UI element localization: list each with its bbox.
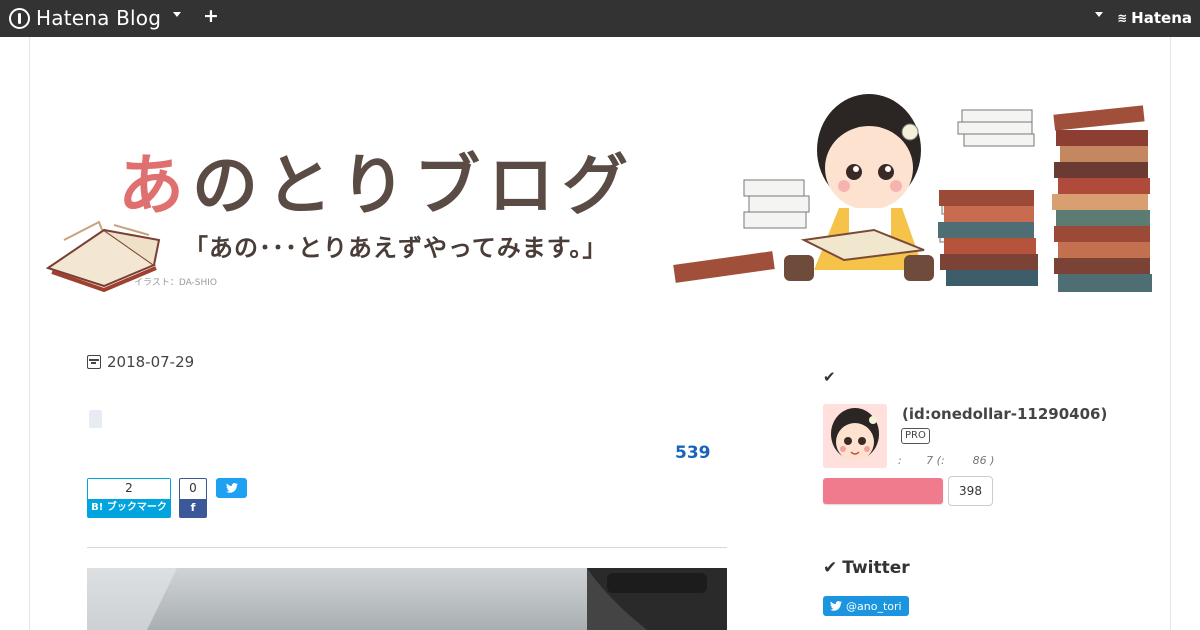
twitter-module-heading: ✔ Twitter [823, 558, 910, 578]
check-icon: ✔ [823, 558, 838, 578]
hatena-topbar: Hatena Blog + ≋ Hatena [0, 0, 1200, 37]
blog-menu-chevron-down-icon[interactable] [173, 12, 181, 17]
facebook-icon: f [180, 499, 206, 517]
follower-count[interactable]: 398 [948, 476, 993, 506]
post-date-text: 2018-07-29 [107, 353, 195, 371]
blog-header-banner[interactable]: あのとりブログ 「あの･･･とりあえずやってみます。」 イラスト：DA-SHIO [44, 90, 1158, 292]
profile-id[interactable]: (id:onedollar-11290406) [902, 405, 1107, 423]
blog-title: あのとりブログ [118, 132, 636, 228]
girl-character-illustration [784, 94, 934, 281]
hatena-logo-icon [9, 7, 30, 29]
twitter-bird-icon [830, 601, 842, 611]
new-post-button[interactable]: + [203, 5, 219, 27]
blog-subtitle: 「あの･･･とりあえずやってみます。」 [184, 234, 608, 262]
blog-title-rest: のとりブログ [192, 147, 636, 224]
hatena-bookmark-button[interactable]: 2 B! ブックマーク [87, 478, 171, 518]
hatena-mark-icon: ≋ [1117, 11, 1128, 25]
hatena-bookmark-label: B! ブックマーク [88, 499, 170, 517]
profile-heading-check-icon: ✔ [823, 368, 836, 386]
article-eyecatch-image[interactable] [87, 568, 727, 630]
facebook-share-count: 0 [189, 481, 197, 495]
profile-stats: : 7 (: 86 ) [898, 454, 995, 467]
hatena-blog-logo[interactable]: Hatena Blog [9, 6, 162, 30]
post-date[interactable]: 2018-07-29 [87, 353, 194, 371]
avatar[interactable] [823, 404, 887, 468]
blog-title-first-char: あ [118, 147, 192, 224]
logo-text: Hatena Blog [36, 6, 162, 30]
facebook-share-button[interactable]: 0 f [179, 478, 207, 518]
read-count: 539 [675, 443, 711, 463]
post-title-placeholder [89, 410, 102, 428]
user-menu-chevron-down-icon[interactable] [1095, 12, 1103, 17]
twitter-handle: @ano_tori [846, 599, 902, 613]
hatena-bookmark-count: 2 [88, 479, 170, 499]
follow-button[interactable] [823, 478, 943, 504]
twitter-share-button[interactable] [216, 478, 247, 498]
calendar-icon [87, 355, 101, 369]
pro-badge: PRO [901, 428, 930, 444]
twitter-heading-text: Twitter [842, 558, 910, 578]
profile-avatar-illustration [823, 404, 887, 468]
hatena-home-link[interactable]: ≋ Hatena [1117, 9, 1192, 27]
hatena-label: Hatena [1131, 9, 1192, 27]
twitter-follow-button[interactable]: @ano_tori [823, 596, 909, 616]
twitter-bird-icon [225, 483, 238, 493]
illustration-credit: イラスト：DA-SHIO [134, 278, 218, 288]
wristwatch-photo [87, 568, 727, 630]
article-divider [87, 547, 727, 548]
